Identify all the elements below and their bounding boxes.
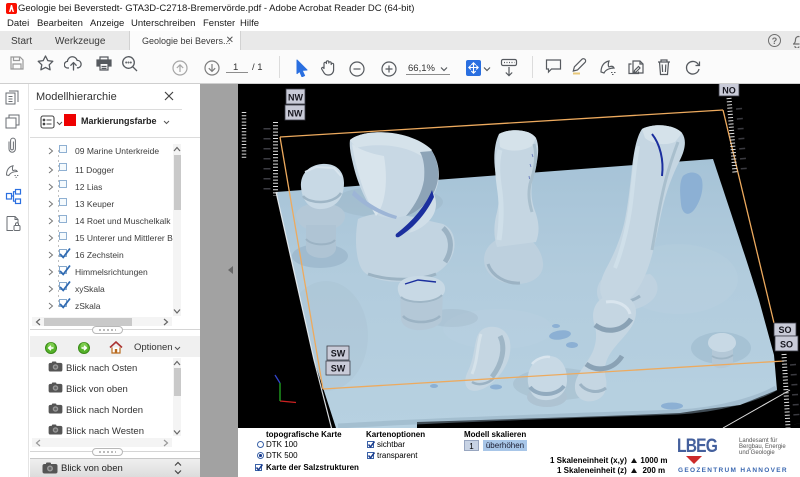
svg-text:SO: SO [778,325,791,335]
svg-text:NW: NW [288,109,303,119]
svg-text:NW: NW [288,93,303,103]
svg-text:NO: NO [722,86,736,96]
svg-text:SW: SW [331,349,346,359]
svg-text:SW: SW [331,364,346,374]
svg-text:SO: SO [780,340,793,350]
